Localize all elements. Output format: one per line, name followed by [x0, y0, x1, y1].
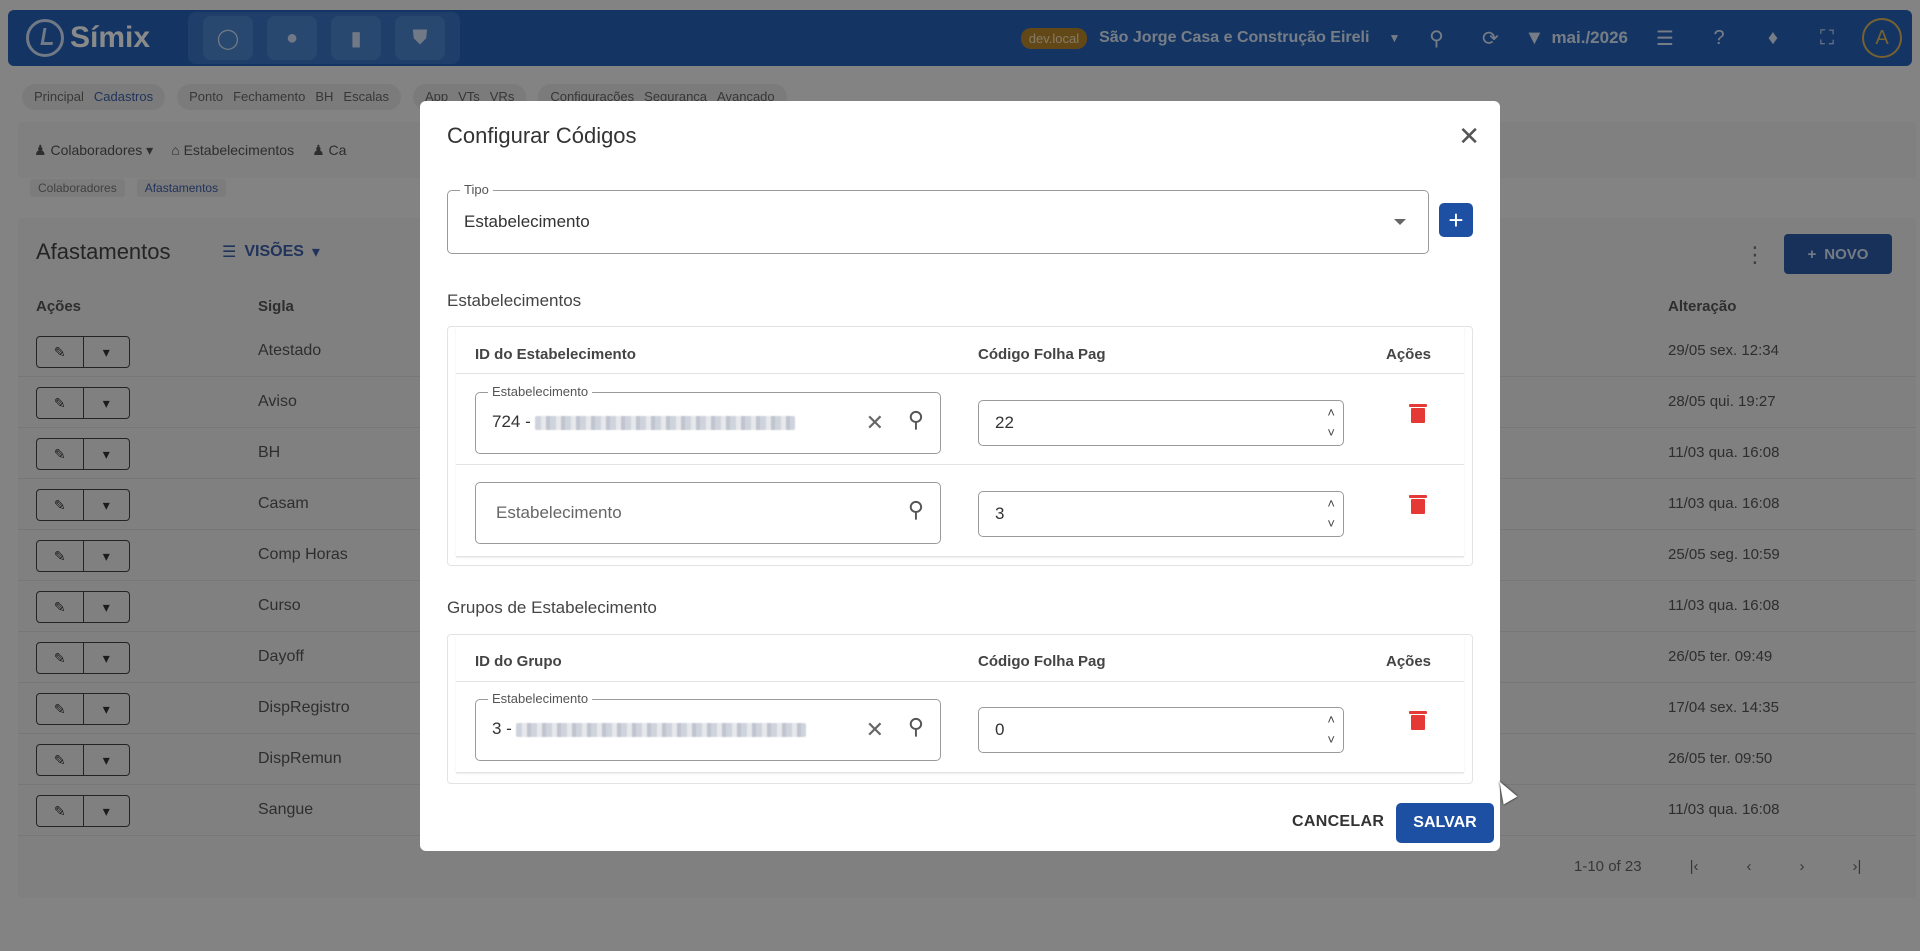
configure-codes-dialog: Configurar Códigos ✕ Tipo Estabeleciment…	[420, 101, 1500, 851]
codigo-folha-input[interactable]: 22 ˄ ˅	[978, 400, 1344, 446]
trash-lid	[1409, 495, 1427, 498]
add-button[interactable]: +	[1439, 203, 1473, 237]
dialog-title: Configurar Códigos	[447, 123, 637, 148]
estabelecimentos-table-inner: ID do Estabelecimento Código Folha Pag A…	[456, 327, 1464, 557]
codigo-folha-value: 3	[995, 504, 1005, 523]
trash-lid	[1409, 711, 1427, 714]
estabelecimentos-table: ID do Estabelecimento Código Folha Pag A…	[447, 326, 1473, 566]
col-codigo-folha: Código Folha Pag	[978, 346, 1106, 363]
col-acoes: Ações	[1386, 346, 1432, 363]
search-icon[interactable]: ⚲	[908, 714, 924, 740]
grupo-lookup[interactable]: Estabelecimento 3 - ✕ ⚲	[475, 691, 941, 761]
trash-body	[1411, 715, 1425, 730]
delete-icon[interactable]	[1408, 710, 1428, 732]
codigo-folha-input[interactable]: 3 ˄ ˅	[978, 491, 1344, 537]
stepper-icon[interactable]: ˄ ˅	[1327, 403, 1335, 443]
dropdown-arrow-icon	[1394, 219, 1406, 225]
estabelecimento-value: 724 -	[492, 412, 795, 432]
redacted-text	[534, 415, 795, 430]
redacted-text	[515, 722, 806, 737]
divider	[456, 464, 1464, 465]
divider	[456, 681, 1464, 682]
delete-icon[interactable]	[1408, 403, 1428, 425]
trash-body	[1411, 408, 1425, 423]
estabelecimento-lookup-empty[interactable]: Estabelecimento ⚲	[475, 482, 941, 544]
estabelecimento-lookup[interactable]: Estabelecimento 724 - ✕ ⚲	[475, 384, 941, 454]
tipo-select[interactable]: Tipo Estabelecimento	[447, 182, 1429, 254]
search-icon[interactable]: ⚲	[908, 497, 924, 523]
tipo-label: Tipo	[460, 182, 493, 197]
cancel-button[interactable]: CANCELAR	[1292, 813, 1384, 831]
grupo-value: 3 -	[492, 719, 806, 739]
section-grupos-title: Grupos de Estabelecimento	[447, 598, 657, 617]
codigo-folha-value: 22	[995, 413, 1014, 432]
grupos-table: ID do Grupo Código Folha Pag Ações Estab…	[447, 634, 1473, 784]
stepper-icon[interactable]: ˄ ˅	[1327, 710, 1335, 750]
estabelecimento-id: 724 -	[492, 412, 531, 431]
codigo-folha-value: 0	[995, 720, 1005, 739]
grupo-label: Estabelecimento	[488, 691, 593, 706]
delete-icon[interactable]	[1408, 494, 1428, 516]
estabelecimento-placeholder: Estabelecimento	[496, 503, 622, 522]
grupo-id: 3 -	[492, 719, 512, 738]
col-id-estabelecimento: ID do Estabelecimento	[475, 346, 636, 363]
close-icon[interactable]: ✕	[1458, 121, 1480, 152]
save-button[interactable]: SALVAR	[1396, 803, 1494, 843]
trash-body	[1411, 499, 1425, 514]
grupos-table-inner: ID do Grupo Código Folha Pag Ações Estab…	[456, 635, 1464, 773]
col-id-grupo: ID do Grupo	[475, 653, 562, 670]
col-codigo-folha: Código Folha Pag	[978, 653, 1106, 670]
codigo-folha-input[interactable]: 0 ˄ ˅	[978, 707, 1344, 753]
search-icon[interactable]: ⚲	[908, 407, 924, 433]
col-acoes: Ações	[1386, 653, 1432, 670]
clear-icon[interactable]: ✕	[866, 717, 884, 743]
trash-lid	[1409, 404, 1427, 407]
tipo-value: Estabelecimento	[464, 212, 590, 231]
stepper-icon[interactable]: ˄ ˅	[1327, 494, 1335, 534]
section-estabelecimentos-title: Estabelecimentos	[447, 291, 582, 310]
divider	[456, 373, 1464, 374]
estabelecimento-label: Estabelecimento	[488, 384, 593, 399]
clear-icon[interactable]: ✕	[866, 410, 884, 436]
